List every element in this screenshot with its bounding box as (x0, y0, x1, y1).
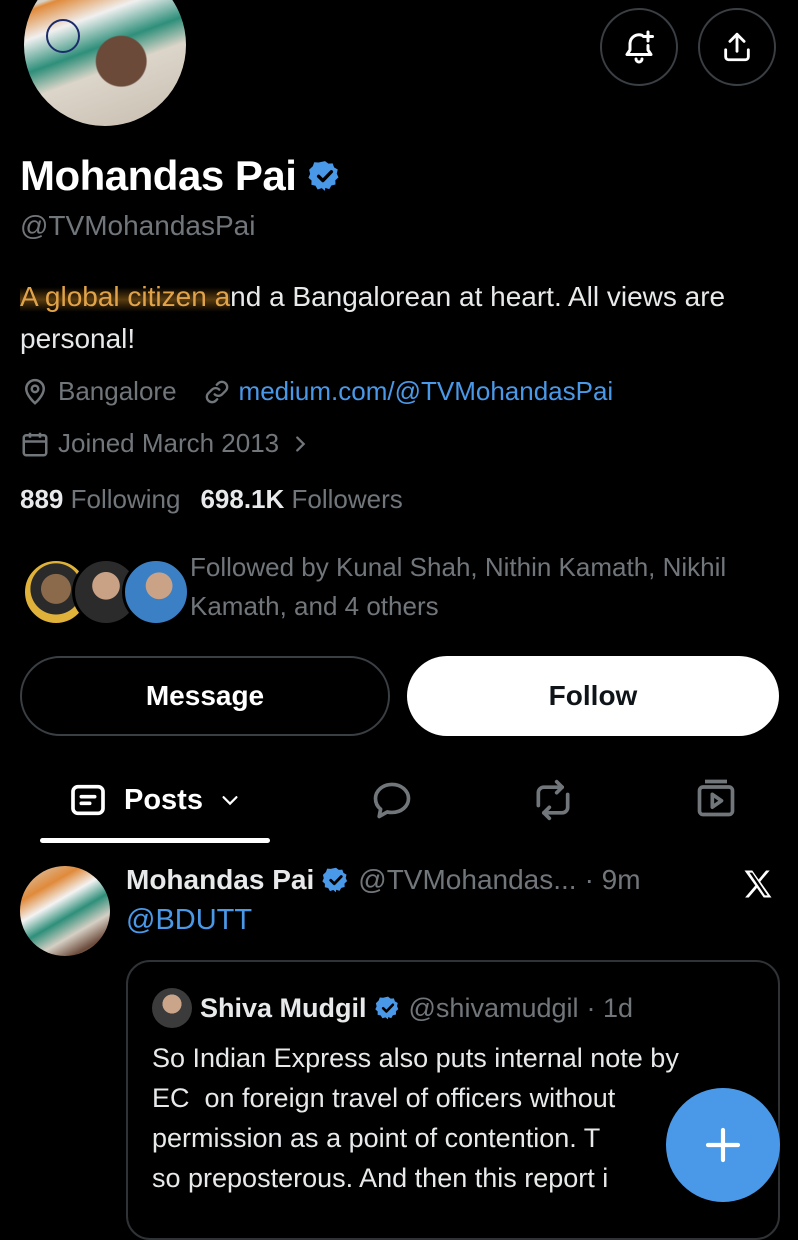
post-author-avatar[interactable] (20, 866, 110, 956)
tab-replies[interactable] (370, 778, 414, 827)
x-logo-icon[interactable] (740, 866, 776, 902)
quoted-author-name: Shiva Mudgil (200, 992, 367, 1023)
link-icon (205, 380, 228, 403)
plus-icon (705, 1127, 741, 1163)
quoted-text-line: EC on foreign travel of officers without (152, 1083, 616, 1113)
chevron-right-icon (296, 435, 306, 452)
profile-counts: 889 Following 698.1K Followers (20, 484, 403, 515)
tab-posts[interactable]: Posts (68, 780, 241, 820)
profile-website-link[interactable]: medium.com/@TVMohandasPai (239, 376, 614, 407)
quoted-post-text: So Indian Express also puts internal not… (152, 1038, 762, 1198)
following-count: 889 (20, 484, 64, 514)
profile-bio: A global citizen and a Bangalorean at he… (20, 276, 760, 360)
reply-bubble-icon (373, 782, 411, 819)
profile-meta-row: Bangalore medium.com/@TVMohandasPai (20, 376, 613, 407)
followers-label: Followers (291, 484, 403, 514)
quoted-author-handle: @shivamudgil (408, 992, 579, 1023)
calendar-icon (22, 432, 48, 456)
following-count-link[interactable]: 889 Following (20, 484, 180, 515)
chevron-down-icon (222, 796, 238, 806)
profile-joined-row[interactable]: Joined March 2013 (20, 428, 311, 459)
media-play-icon (697, 779, 735, 817)
message-button[interactable]: Message (20, 656, 390, 736)
notify-button[interactable] (600, 8, 678, 86)
bell-plus-icon (625, 30, 654, 64)
profile-avatar[interactable] (20, 0, 190, 130)
profile-location: Bangalore (58, 376, 177, 406)
post-time: · 9m (584, 864, 641, 895)
posts-icon (71, 784, 105, 816)
compose-post-button[interactable] (666, 1088, 780, 1202)
following-label: Following (70, 484, 181, 514)
post-author-handle[interactable]: @TVMohandas... (358, 864, 576, 896)
profile-joined: Joined March 2013 (58, 428, 280, 458)
followed-by-avatars[interactable] (22, 558, 192, 626)
profile-handle: @TVMohandasPai (20, 210, 256, 241)
profile-name-row: Mohandas Pai (20, 152, 342, 200)
quoted-author-avatar (152, 988, 192, 1028)
followers-count-link[interactable]: 698.1K Followers (200, 484, 402, 515)
tab-active-indicator (40, 838, 270, 843)
avatar (122, 558, 190, 626)
quoted-post-time: · 1d (586, 992, 634, 1023)
location-pin-icon (24, 378, 46, 405)
tab-media[interactable] (694, 776, 738, 825)
profile-name: Mohandas Pai (20, 152, 297, 199)
tab-posts-label: Posts (124, 783, 203, 816)
avatar-flag-wheel (46, 19, 80, 53)
followed-by-text[interactable]: Followed by Kunal Shah, Nithin Kamath, N… (190, 548, 780, 626)
share-icon (724, 32, 750, 62)
quoted-text-line: So Indian Express also puts internal not… (152, 1043, 679, 1073)
post-author-name[interactable]: Mohandas Pai (126, 864, 314, 896)
quoted-post-header: Shiva Mudgil @shivamudgil · 1d (152, 988, 633, 1028)
post-reply-mention[interactable]: @BDUTT (126, 904, 252, 937)
bio-highlighted-text: A global citizen a (20, 281, 231, 312)
follow-button[interactable]: Follow (407, 656, 779, 736)
share-button[interactable] (698, 8, 776, 86)
post-header: Mohandas Pai @TVMohandas... · 9m (126, 864, 641, 896)
followers-count: 698.1K (200, 484, 285, 514)
verified-badge-icon (374, 996, 398, 1020)
repost-icon (536, 779, 570, 821)
tab-reposts[interactable] (530, 778, 576, 827)
verified-badge-icon (322, 867, 348, 893)
verified-badge-icon[interactable] (308, 159, 342, 193)
